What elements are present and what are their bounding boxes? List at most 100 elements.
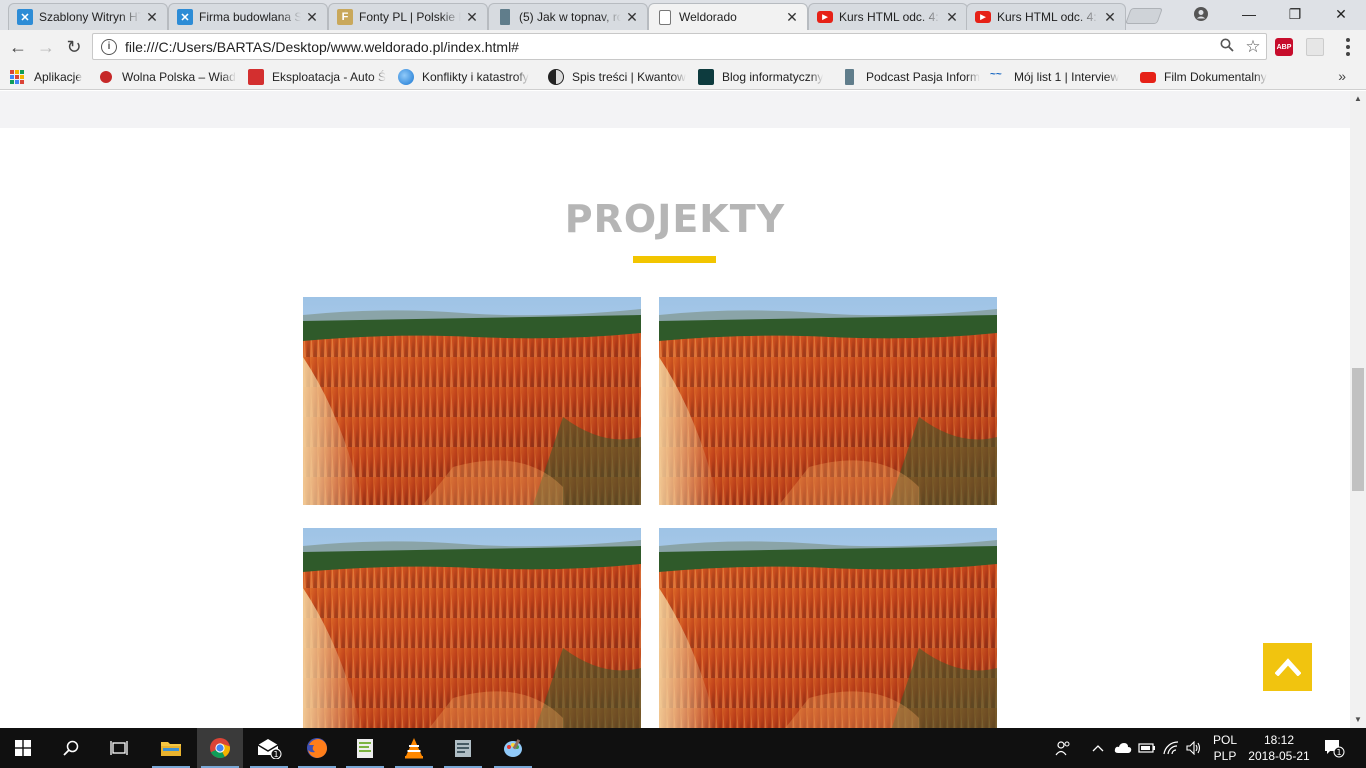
mail-badge: 1: [273, 750, 278, 759]
clock-time: 18:12: [1263, 733, 1295, 747]
new-tab-button[interactable]: [1125, 8, 1163, 24]
tab-title: Firma budowlana Szablon: [199, 10, 301, 24]
document-icon: [659, 9, 671, 25]
vlc-button[interactable]: [391, 728, 437, 768]
bookmark-label: Blog informatyczny: [722, 70, 824, 84]
scroll-down-arrow[interactable]: ▼: [1350, 712, 1366, 728]
close-icon[interactable]: ✕: [465, 9, 479, 26]
page-viewport: PROJEKTY: [0, 91, 1350, 728]
bookmark-label: Wolna Polska – Wiadomości: [122, 70, 236, 84]
bookmark-label: Aplikacje: [34, 70, 83, 84]
task-view-icon: [110, 741, 128, 755]
tab-firma-budowlana[interactable]: ✕ Firma budowlana Szablon ✕: [168, 3, 328, 30]
wifi-icon[interactable]: [1160, 728, 1182, 768]
mail-button[interactable]: 1: [246, 728, 292, 768]
zoom-icon[interactable]: [1214, 38, 1240, 56]
info-icon[interactable]: i: [101, 38, 117, 55]
start-button[interactable]: [0, 728, 46, 768]
tray-chevron-up-icon[interactable]: [1088, 728, 1108, 768]
firefox-button[interactable]: [294, 728, 340, 768]
windows-icon: [15, 740, 31, 756]
page-scrollbar[interactable]: ▲ ▼: [1350, 91, 1366, 728]
tab-kurs-html-2[interactable]: ▶ Kurs HTML odc. 4: Fonty ✕: [966, 3, 1126, 30]
bookmark-blog-informatyczny[interactable]: Blog informatyczny: [698, 68, 836, 86]
project-image[interactable]: [659, 528, 997, 728]
tab-title: Fonty PL | Polskie Fonty: [359, 10, 461, 24]
title-underline: [633, 256, 716, 263]
profile-icon[interactable]: [1178, 0, 1224, 28]
url-text[interactable]: file:///C:/Users/BARTAS/Desktop/www.weld…: [125, 39, 1214, 55]
chrome-button[interactable]: [197, 728, 243, 768]
maximize-button[interactable]: ❐: [1272, 0, 1318, 28]
scroll-up-arrow[interactable]: ▲: [1350, 91, 1366, 107]
editor-button[interactable]: [440, 728, 486, 768]
cloud-icon[interactable]: [1112, 728, 1134, 768]
reload-button[interactable]: ↻: [61, 34, 87, 60]
adblock-icon[interactable]: ABP: [1275, 38, 1293, 56]
bookmark-apps[interactable]: Aplikacje: [10, 68, 90, 86]
back-to-top-button[interactable]: [1263, 643, 1312, 691]
bookmark-label: Konflikty i katastrofy: [422, 70, 529, 84]
close-icon[interactable]: ✕: [1103, 9, 1117, 26]
bookmark-auto-swiat[interactable]: Eksploatacja - Auto Świat: [248, 68, 386, 86]
bookmark-icon: [845, 69, 854, 85]
canyon-image: [303, 297, 641, 505]
close-icon[interactable]: ✕: [145, 9, 159, 26]
file-explorer-button[interactable]: [148, 728, 194, 768]
task-view-button[interactable]: [96, 728, 142, 768]
keyboard-layout: PLP: [1213, 749, 1237, 763]
bookmark-pasja-informatyki[interactable]: Podcast Pasja Informatyki: [842, 68, 980, 86]
close-icon[interactable]: ✕: [945, 9, 959, 26]
address-bar[interactable]: i file:///C:/Users/BARTAS/Desktop/www.we…: [92, 33, 1267, 60]
back-button[interactable]: ←: [5, 34, 31, 60]
apps-icon: [10, 70, 24, 84]
system-clock[interactable]: 18:12 2018-05-21: [1246, 732, 1312, 764]
tab-kurs-html-1[interactable]: ▶ Kurs HTML odc. 4: Fonty ✕: [808, 3, 968, 30]
bookmark-label: Film Dokumentalny: [1164, 70, 1267, 84]
close-icon[interactable]: ✕: [785, 9, 799, 26]
canyon-image: [659, 297, 997, 505]
language-indicator[interactable]: POL PLP: [1208, 732, 1242, 764]
close-icon[interactable]: ✕: [625, 9, 639, 26]
square-logo-icon: [698, 69, 714, 85]
bookmark-konflikty[interactable]: Konflikty i katastrofy: [398, 68, 536, 86]
notification-count: 1: [1336, 748, 1341, 757]
bookmark-interview[interactable]: ~~ Mój list 1 | Interview: [990, 68, 1128, 86]
firefox-icon: [307, 738, 327, 758]
scroll-thumb[interactable]: [1352, 368, 1364, 491]
tab-title: Weldorado: [679, 10, 737, 24]
canyon-image: [659, 528, 997, 728]
paint-button[interactable]: [490, 728, 536, 768]
tab-szablony[interactable]: ✕ Szablony Witryn HTML ✕: [8, 3, 168, 30]
project-image[interactable]: [303, 297, 641, 505]
paint-icon: [504, 739, 522, 757]
bookmark-star-icon[interactable]: ☆: [1240, 37, 1266, 57]
wave-icon: ~~: [990, 69, 1002, 80]
notification-center-button[interactable]: 1: [1318, 728, 1350, 768]
youtube-icon: ▶: [817, 11, 833, 23]
half-circle-icon: [548, 69, 564, 85]
minimize-button[interactable]: —: [1226, 0, 1272, 28]
volume-icon[interactable]: [1183, 728, 1205, 768]
tab-weldorado[interactable]: Weldorado ✕: [648, 3, 808, 30]
project-image[interactable]: [303, 528, 641, 728]
notepad-plus-button[interactable]: [342, 728, 388, 768]
tab-fonty[interactable]: F Fonty PL | Polskie Fonty ✕: [328, 3, 488, 30]
extension-icon[interactable]: [1306, 38, 1324, 56]
bookmarks-more-button[interactable]: »: [1338, 68, 1346, 84]
battery-icon[interactable]: [1136, 728, 1158, 768]
project-image[interactable]: [659, 297, 997, 505]
close-window-button[interactable]: ✕: [1318, 0, 1364, 28]
close-icon[interactable]: ✕: [305, 9, 319, 26]
bookmark-film-dokumentalny[interactable]: Film Dokumentalny: [1140, 68, 1278, 86]
bookmark-kwantowo[interactable]: Spis treści | Kwantowo: [548, 68, 686, 86]
search-button[interactable]: [48, 728, 94, 768]
menu-icon[interactable]: [1338, 36, 1358, 58]
forward-button[interactable]: →: [33, 34, 59, 60]
bookmark-wolna-polska[interactable]: Wolna Polska – Wiadomości: [98, 68, 236, 86]
tab-topnav[interactable]: (5) Jak w topnav, rozwijane ✕: [488, 3, 648, 30]
tab-title: (5) Jak w topnav, rozwijane: [519, 10, 621, 24]
notification-icon: 1: [1325, 740, 1345, 758]
logo-icon: [248, 69, 264, 85]
people-icon[interactable]: [1052, 728, 1074, 768]
